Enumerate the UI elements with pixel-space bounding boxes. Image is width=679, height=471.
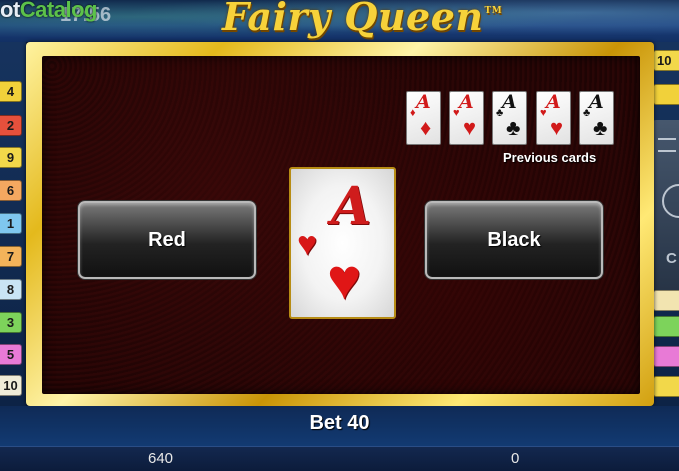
previous-card: A ♦ ♦ bbox=[406, 91, 441, 145]
payline-tag bbox=[653, 84, 679, 105]
previous-card: A ♣ ♣ bbox=[579, 91, 614, 145]
card-suit: ♥ bbox=[550, 115, 564, 140]
current-card[interactable]: A ♥ ♥ bbox=[289, 167, 396, 319]
watermark: otCatalog bbox=[0, 0, 97, 23]
previous-card: A ♥ ♥ bbox=[536, 91, 571, 145]
bet-display: Bet 40 bbox=[309, 412, 370, 434]
card-rank: A bbox=[589, 91, 604, 113]
card-suit: ♥ bbox=[463, 115, 477, 140]
win-value: 0 bbox=[511, 450, 520, 467]
heart-icon: ♥ bbox=[297, 225, 318, 263]
payline-tag: 7 bbox=[0, 246, 22, 267]
game-title: Fairy Queen bbox=[222, 0, 484, 39]
card-suit-small: ♥ bbox=[453, 107, 460, 119]
card-suit-small: ♣ bbox=[496, 107, 504, 119]
previous-card: A ♣ ♣ bbox=[492, 91, 527, 145]
previous-card: A ♥ ♥ bbox=[449, 91, 484, 145]
card-suit-small: ♥ bbox=[540, 107, 547, 119]
card-suit: ♣ bbox=[593, 115, 608, 140]
payline-tag: 5 bbox=[0, 344, 22, 365]
card-suit: ♣ bbox=[506, 115, 521, 140]
card-suit-small: ♣ bbox=[583, 107, 591, 119]
payline-tag bbox=[653, 376, 679, 397]
balance-value: 640 bbox=[148, 450, 174, 467]
card-suit: ♦ bbox=[420, 115, 432, 140]
red-button[interactable]: Red bbox=[78, 201, 256, 279]
payline-tag: 1 bbox=[0, 213, 22, 234]
side-panel-letter: C bbox=[666, 250, 677, 267]
watermark-prefix: ot bbox=[0, 0, 20, 22]
card-rank: A bbox=[502, 91, 517, 113]
menu-icon[interactable] bbox=[658, 138, 676, 152]
spin-circle-icon[interactable] bbox=[662, 184, 679, 218]
trademark: TM bbox=[484, 6, 503, 16]
payline-tag: 4 bbox=[0, 81, 22, 102]
card-suit-small: ♦ bbox=[410, 107, 416, 119]
side-menu-panel[interactable]: C bbox=[652, 120, 679, 290]
game-logo: Fairy QueenTM bbox=[222, 0, 502, 39]
card-rank: A bbox=[331, 176, 372, 237]
payline-tag bbox=[653, 316, 679, 337]
payline-tag: 2 bbox=[0, 115, 22, 136]
heart-icon: ♥ bbox=[327, 247, 362, 312]
card-rank: A bbox=[459, 91, 474, 113]
payline-tag: 9 bbox=[0, 147, 22, 168]
watermark-highlight: Catalog bbox=[19, 0, 98, 22]
card-rank: A bbox=[416, 91, 431, 113]
previous-cards-label: Previous cards bbox=[503, 150, 597, 165]
payline-tag bbox=[653, 290, 679, 311]
payline-tag: 8 bbox=[0, 279, 22, 300]
payline-tag: 3 bbox=[0, 312, 22, 333]
payline-tag: 10 bbox=[653, 50, 679, 71]
card-rank: A bbox=[546, 91, 561, 113]
payline-tag bbox=[653, 346, 679, 367]
status-bar bbox=[0, 446, 679, 471]
payline-tag: 10 bbox=[0, 375, 22, 396]
payline-tag: 6 bbox=[0, 180, 22, 201]
black-button[interactable]: Black bbox=[425, 201, 603, 279]
